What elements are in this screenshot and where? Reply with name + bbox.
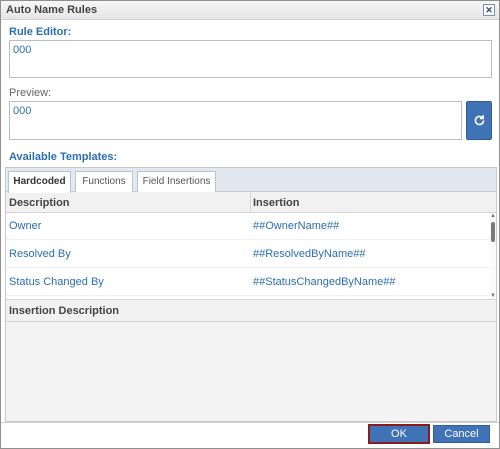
insertion-description-body bbox=[6, 322, 496, 421]
close-icon[interactable]: ✕ bbox=[483, 4, 495, 16]
insertion-cell: ##OwnerName## bbox=[253, 220, 340, 232]
available-templates-label: Available Templates: bbox=[9, 151, 118, 163]
scroll-up-icon[interactable]: ▲ bbox=[490, 213, 496, 219]
ok-button[interactable]: OK bbox=[368, 424, 430, 444]
refresh-icon bbox=[474, 115, 485, 126]
insertion-cell: ##ResolvedByName## bbox=[253, 248, 366, 260]
insertion-description-label: Insertion Description bbox=[9, 305, 120, 317]
footer-divider bbox=[1, 422, 499, 423]
insertion-column-header[interactable]: Insertion bbox=[253, 197, 299, 209]
rule-editor-label: Rule Editor: bbox=[9, 26, 72, 38]
templates-grid-header: Description Insertion bbox=[6, 193, 496, 213]
scroll-thumb[interactable] bbox=[491, 222, 495, 242]
preview-label: Preview: bbox=[9, 87, 52, 99]
grid-scrollbar[interactable]: ▲ ▼ bbox=[490, 213, 496, 299]
table-row[interactable]: Status Changed By ##StatusChangedByName#… bbox=[6, 269, 490, 296]
templates-panel: Hardcoded Functions Field Insertions Des… bbox=[5, 167, 497, 422]
tab-field-insertions[interactable]: Field Insertions bbox=[137, 171, 216, 192]
description-cell: Resolved By bbox=[9, 248, 71, 260]
rule-editor-input[interactable] bbox=[9, 40, 492, 78]
tab-hardcoded[interactable]: Hardcoded bbox=[8, 171, 71, 193]
dialog-title: Auto Name Rules bbox=[6, 4, 98, 16]
preview-field bbox=[9, 101, 462, 140]
refresh-preview-button[interactable] bbox=[466, 101, 492, 140]
description-cell: Status Changed By bbox=[9, 276, 104, 288]
insertion-cell: ##StatusChangedByName## bbox=[253, 276, 396, 288]
table-row[interactable]: Owner ##OwnerName## bbox=[6, 213, 490, 240]
insertion-description-header: Insertion Description bbox=[6, 299, 496, 322]
description-cell: Owner bbox=[9, 220, 42, 232]
title-bar: Auto Name Rules ✕ bbox=[1, 1, 499, 20]
description-column-header[interactable]: Description bbox=[9, 197, 70, 209]
table-row[interactable]: Resolved By ##ResolvedByName## bbox=[6, 241, 490, 268]
cancel-button[interactable]: Cancel bbox=[433, 425, 490, 443]
template-tabs: Hardcoded Functions Field Insertions bbox=[6, 168, 496, 193]
tab-functions[interactable]: Functions bbox=[75, 171, 133, 192]
auto-name-rules-dialog: Auto Name Rules ✕ Rule Editor: Preview: … bbox=[0, 0, 500, 449]
column-divider bbox=[250, 193, 251, 213]
templates-grid: Owner ##OwnerName## Resolved By ##Resolv… bbox=[6, 213, 496, 299]
